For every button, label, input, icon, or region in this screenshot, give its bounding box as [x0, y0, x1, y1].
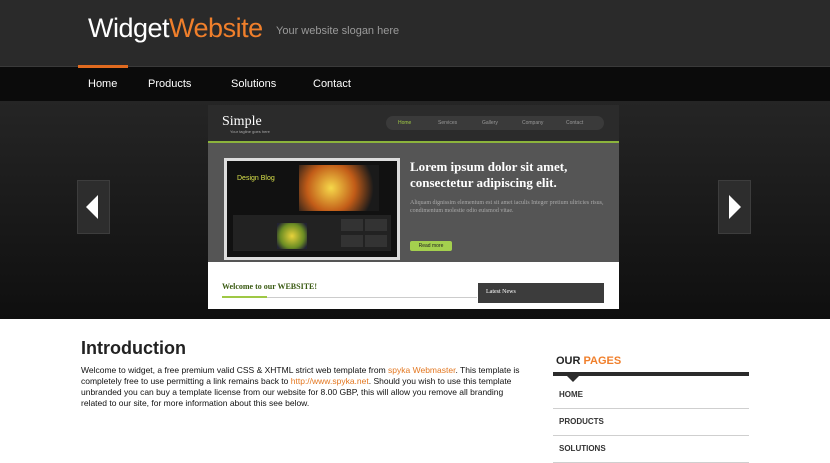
slide-menu-item: Contact — [566, 120, 584, 126]
slide-menu-item: Services — [438, 120, 458, 126]
slide-screen-title: Design Blog — [237, 175, 275, 182]
slide-header: Simple Your tagline goes here Home Servi… — [208, 105, 619, 141]
sidebar-title-pages: PAGES — [583, 355, 622, 367]
intro-heading: Introduction — [81, 338, 186, 358]
slider-prev-button[interactable] — [77, 180, 110, 234]
slide-screenshot: Design Blog — [224, 158, 400, 260]
sidebar-title-our: OUR — [556, 355, 581, 367]
main-nav: Home Products Solutions Contact — [0, 65, 830, 102]
slider-next-button[interactable] — [718, 180, 751, 234]
site-header: WidgetWebsite Your website slogan here — [0, 0, 830, 66]
nav-item-products[interactable]: Products — [148, 78, 191, 90]
intro-text-part: Welcome to widget, a free premium valid … — [81, 365, 389, 375]
sidebar-item-products[interactable]: PRODUCTS — [553, 409, 749, 436]
slide-menu-item: Home — [398, 120, 412, 126]
slide-hero: Design Blog Lorem ipsum dolor sit amet, … — [208, 141, 619, 262]
slide-read-more: Read more — [410, 241, 452, 251]
sidebar-item-home[interactable]: HOME — [553, 382, 749, 409]
nav-active-indicator — [78, 65, 128, 68]
slide-headline: Lorem ipsum dolor sit amet, consectetur … — [410, 159, 568, 190]
logo-part-website: Website — [169, 13, 263, 43]
slide-screen-flower — [277, 223, 307, 249]
sidebar-item-label: HOME — [559, 390, 583, 399]
slide-news-box: Latest News — [478, 283, 604, 303]
nav-item-contact[interactable]: Contact — [313, 78, 351, 90]
slide-body: Aliquam dignissim elementum est sit amet… — [410, 200, 604, 214]
sidebar-title: OUR PAGES — [556, 355, 621, 367]
slide-menu-item: Gallery — [482, 120, 498, 126]
sidebar-item-label: PRODUCTS — [559, 417, 604, 426]
site-logo[interactable]: WidgetWebsite — [88, 13, 263, 44]
sidebar-title-bar — [553, 372, 749, 376]
spyka-url-link[interactable]: http://www.spyka.net — [291, 376, 369, 386]
chevron-right-icon — [729, 195, 741, 219]
nav-item-solutions[interactable]: Solutions — [231, 78, 276, 90]
slide-tagline: Your tagline goes here — [230, 129, 270, 134]
chevron-left-icon — [86, 195, 98, 219]
slide-menu: Home Services Gallery Company Contact — [386, 116, 604, 130]
slide-screen-grid — [233, 215, 391, 251]
site-slogan: Your website slogan here — [276, 25, 400, 37]
slide-welcome: Welcome to our WEBSITE! — [222, 282, 318, 291]
spyka-webmaster-link[interactable]: spyka Webmaster — [388, 365, 455, 375]
logo-part-widget: Widget — [88, 13, 170, 43]
slide-image[interactable]: Simple Your tagline goes here Home Servi… — [208, 105, 619, 309]
slide-logo: Simple — [222, 114, 262, 129]
intro-paragraph: Welcome to widget, a free premium valid … — [81, 365, 526, 409]
nav-item-home[interactable]: Home — [88, 78, 117, 90]
slide-divider — [222, 296, 477, 298]
sidebar-item-solutions[interactable]: SOLUTIONS — [553, 436, 749, 463]
image-slider: Simple Your tagline goes here Home Servi… — [0, 101, 830, 319]
slide-menu-item: Company — [522, 120, 544, 126]
slide-news-title: Latest News — [486, 289, 516, 295]
sidebar-item-label: SOLUTIONS — [559, 444, 606, 453]
slide-screen-graphic — [299, 165, 379, 211]
